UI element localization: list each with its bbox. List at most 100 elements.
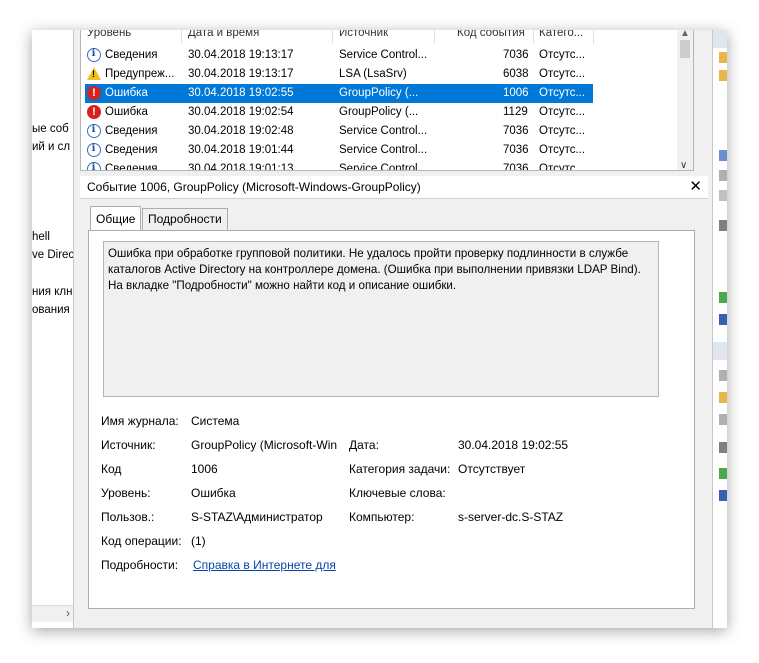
event-source: LSA (LsaSrv) xyxy=(339,68,407,80)
event-category: Отсутс... xyxy=(539,87,586,99)
event-list[interactable]: Уровень Дата и время Источник Код событи… xyxy=(80,30,694,171)
event-datetime: 30.04.2018 19:01:13 xyxy=(188,163,294,171)
info-icon: i xyxy=(87,48,101,62)
event-level: Сведения xyxy=(105,49,158,61)
event-list-header: Уровень Дата и время Источник Код событи… xyxy=(81,30,677,44)
event-code: 6038 xyxy=(503,68,529,80)
event-code: 7036 xyxy=(503,163,529,171)
event-category: Отсутс... xyxy=(539,106,586,118)
event-code: 1129 xyxy=(503,106,528,118)
keywords-label: Ключевые слова: xyxy=(349,486,446,500)
column-header-category[interactable]: Катего... xyxy=(539,30,583,39)
refresh-icon[interactable] xyxy=(719,292,727,303)
copy-icon[interactable] xyxy=(719,414,727,425)
nav-text: ния клн xyxy=(32,286,73,298)
column-header-level[interactable]: Уровень xyxy=(87,30,131,39)
folder-icon[interactable] xyxy=(719,52,727,63)
event-viewer-window: ые соб ий и сл hell ve Direc ния клн ова… xyxy=(32,30,727,628)
event-datetime: 30.04.2018 19:01:44 xyxy=(188,144,294,156)
close-icon[interactable]: ✕ xyxy=(689,177,702,195)
date-value: 30.04.2018 19:02:55 xyxy=(458,438,569,452)
navigation-pane[interactable]: ые соб ий и сл hell ve Direc ния клн ова… xyxy=(32,30,74,628)
user-value: S-STAZ\Администратор xyxy=(191,510,323,524)
event-source: Service Control... xyxy=(339,49,428,61)
online-help-link[interactable]: Справка в Интернете для xyxy=(193,558,336,572)
info-icon: i xyxy=(87,124,101,138)
event-level: Предупреж... xyxy=(105,68,175,80)
column-header-source[interactable]: Источник xyxy=(339,30,388,39)
event-level: Ошибка xyxy=(105,106,148,118)
info-icon: i xyxy=(87,162,101,170)
attach-task-icon[interactable] xyxy=(719,392,727,403)
tab-general[interactable]: Общие xyxy=(90,206,142,230)
column-header-datetime[interactable]: Дата и время xyxy=(188,30,259,39)
event-source: Service Control... xyxy=(339,125,428,137)
event-category: Отсутс... xyxy=(539,125,586,137)
warning-icon: ! xyxy=(87,67,101,80)
tab-details[interactable]: Подробности xyxy=(142,208,228,230)
event-code: 1006 xyxy=(503,87,529,99)
refresh-icon[interactable] xyxy=(719,468,727,479)
more-info-label: Подробности: xyxy=(101,558,179,572)
filter-icon[interactable] xyxy=(719,150,727,161)
log-name-value: Система xyxy=(191,414,240,428)
error-icon: ! xyxy=(87,86,101,100)
opcode-value: (1) xyxy=(191,534,206,548)
event-row[interactable]: i Сведения 30.04.2018 19:01:13 Service C… xyxy=(85,160,593,171)
computer-value: s-server-dc.S-STAZ xyxy=(458,510,564,524)
folder-icon[interactable] xyxy=(719,70,727,81)
event-row[interactable]: ! Предупреж... 30.04.2018 19:13:17 LSA (… xyxy=(85,65,593,84)
save-icon[interactable] xyxy=(719,220,727,231)
find-icon[interactable] xyxy=(719,190,727,201)
event-category: Отсутс... xyxy=(539,144,586,156)
horizontal-scrollbar[interactable]: › xyxy=(32,605,73,622)
event-category: Отсутс... xyxy=(539,49,586,61)
event-row[interactable]: i Сведения 30.04.2018 19:01:44 Service C… xyxy=(85,141,593,160)
vertical-scrollbar[interactable]: ▲ ∨ xyxy=(677,30,693,170)
level-value: Ошибка xyxy=(191,486,236,500)
event-source: Service Control... xyxy=(339,163,428,171)
event-level: Ошибка xyxy=(105,87,148,99)
event-datetime: 30.04.2018 19:02:48 xyxy=(188,125,294,137)
event-source: GroupPolicy (... xyxy=(339,106,419,118)
scroll-up-icon[interactable]: ▲ xyxy=(680,30,690,39)
event-properties-icon[interactable] xyxy=(719,370,727,381)
event-row[interactable]: i Сведения 30.04.2018 19:02:48 Service C… xyxy=(85,122,593,141)
event-description[interactable]: Ошибка при обработке групповой политики.… xyxy=(103,241,659,397)
source-label: Источник: xyxy=(101,438,156,452)
details-title: Событие 1006, GroupPolicy (Microsoft-Win… xyxy=(87,180,421,194)
properties-icon[interactable] xyxy=(719,170,727,181)
event-row[interactable]: ! Ошибка 30.04.2018 19:02:54 GroupPolicy… xyxy=(85,103,593,122)
help-icon[interactable] xyxy=(719,490,727,501)
event-row-selected[interactable]: ! Ошибка 30.04.2018 19:02:55 GroupPolicy… xyxy=(85,84,593,103)
nav-text: ые соб xyxy=(32,123,69,135)
nav-text: ve Direc xyxy=(32,249,74,261)
event-datetime: 30.04.2018 19:13:17 xyxy=(188,68,294,80)
log-name-label: Имя журнала: xyxy=(101,414,179,428)
opcode-label: Код операции: xyxy=(101,534,182,548)
computer-label: Компьютер: xyxy=(349,510,415,524)
event-details-pane: Событие 1006, GroupPolicy (Microsoft-Win… xyxy=(80,176,708,616)
event-row[interactable]: i Сведения 30.04.2018 19:13:17 Service C… xyxy=(85,46,593,65)
help-icon[interactable] xyxy=(719,314,727,325)
info-icon: i xyxy=(87,143,101,157)
source-value: GroupPolicy (Microsoft-Win xyxy=(191,438,338,452)
save-selected-icon[interactable] xyxy=(719,442,727,453)
chevron-down-icon[interactable]: ∨ xyxy=(680,160,687,170)
event-category: Отсутс... xyxy=(539,163,586,171)
scrollbar-thumb[interactable] xyxy=(680,40,690,58)
column-header-event-code[interactable]: Код события xyxy=(457,30,525,39)
level-label: Уровень: xyxy=(101,486,151,500)
event-source: GroupPolicy (... xyxy=(339,87,419,99)
actions-section-header xyxy=(713,342,727,360)
event-level: Сведения xyxy=(105,144,158,156)
event-datetime: 30.04.2018 19:02:55 xyxy=(188,87,294,99)
error-icon: ! xyxy=(87,105,101,119)
event-level: Сведения xyxy=(105,163,158,171)
nav-text: ий и сл xyxy=(32,141,71,153)
scroll-right-icon[interactable]: › xyxy=(66,606,70,620)
event-datetime: 30.04.2018 19:02:54 xyxy=(188,106,294,118)
event-code: 7036 xyxy=(503,125,529,137)
actions-header xyxy=(713,30,727,48)
task-category-label: Категория задачи: xyxy=(349,462,451,476)
